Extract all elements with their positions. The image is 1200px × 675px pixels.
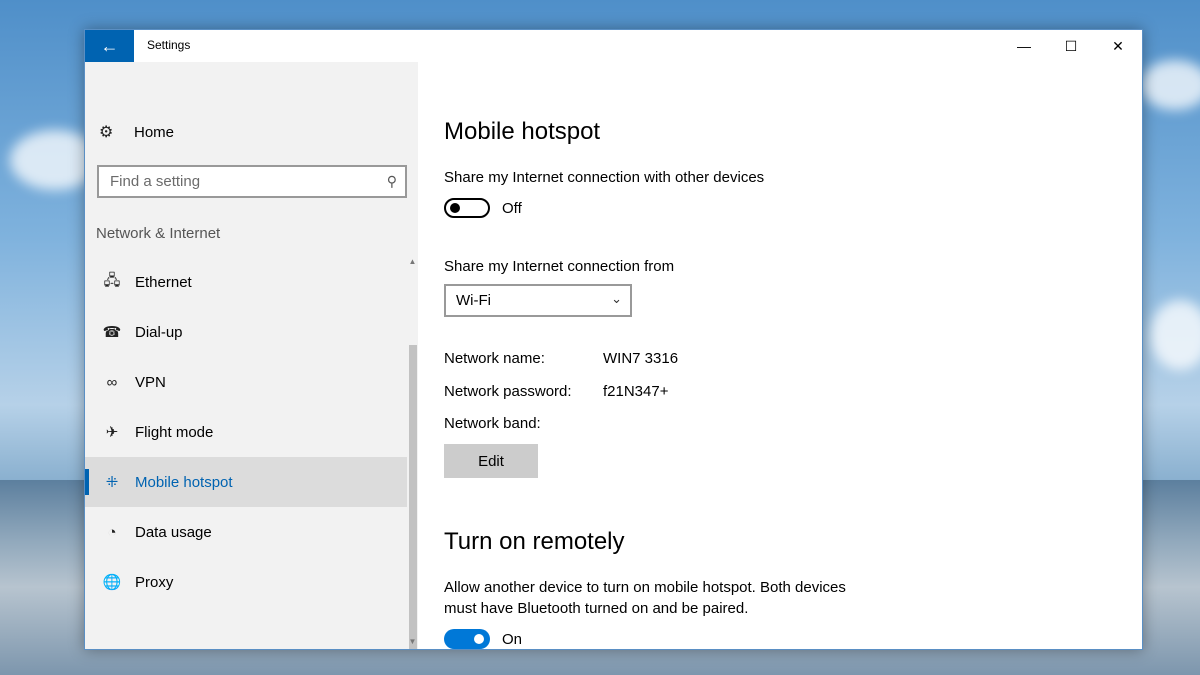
share-from-dropdown[interactable]: Wi-Fi ⌄ [444,284,632,317]
globe-icon: 🌐 [102,574,122,591]
back-arrow-icon: ← [100,35,119,56]
remote-description-line1: Allow another device to turn on mobile h… [444,579,846,596]
title-bar: ← Settings — ☐ ✕ [85,30,1142,62]
ethernet-icon: 🖧 [103,271,121,289]
toggle-knob [474,634,484,644]
scroll-up-icon[interactable]: ▲ [407,257,418,269]
window-title: Settings [147,38,191,52]
sidebar-item-label: Data usage [135,523,212,541]
sidebar-item-label: VPN [135,373,166,391]
vpn-icon: ∞ [106,373,118,391]
sidebar-item-proxy[interactable]: 🌐 Proxy [85,557,407,607]
share-state: Off [502,200,522,217]
sidebar-item-label: Ethernet [135,273,192,291]
minimize-icon: — [1017,38,1031,54]
share-toggle[interactable] [444,198,490,218]
network-password-value: f21N347+ [603,383,669,400]
home-label: Home [134,123,175,141]
share-from-label: Share my Internet connection from [444,258,675,275]
network-name-value: WIN7 3316 [603,350,679,367]
airplane-icon: ✈ [105,424,119,441]
sidebar-item-label: Dial-up [135,323,183,341]
chevron-down-icon: ⌄ [611,291,622,306]
remote-title: Turn on remotely [444,528,625,555]
scroll-thumb[interactable] [409,345,417,649]
section-header: Network & Internet [96,225,221,242]
remote-state: On [502,631,523,648]
sidebar: ⚙ Home ⚲ Network & Internet 🖧 Ethernet ☎… [85,62,418,649]
search-box: ⚲ [97,165,407,198]
sidebar-scrollbar[interactable]: ▲ ▼ [407,257,418,649]
dialup-icon: ☎ [102,324,122,341]
sidebar-item-label: Proxy [135,573,174,591]
share-label: Share my Internet connection with other … [444,169,765,186]
edit-button[interactable]: Edit [444,444,538,478]
network-band-label: Network band: [444,415,541,432]
sidebar-item-label: Flight mode [135,423,214,441]
scroll-down-icon[interactable]: ▼ [407,637,418,649]
background-cloud [1150,300,1200,370]
sidebar-item-mobile-hotspot[interactable]: ⁜ Mobile hotspot [85,457,407,507]
remote-description-line2: must have Bluetooth turned on and be pai… [444,600,749,617]
search-input[interactable] [110,173,370,190]
sidebar-item-data-usage[interactable]: ◔ Data usage [85,507,407,557]
sidebar-item-dial-up[interactable]: ☎ Dial-up [85,307,407,357]
data-usage-icon: ◔ [107,523,117,541]
minimize-button[interactable]: — [1001,30,1047,62]
share-from-value: Wi-Fi [456,292,491,309]
maximize-icon: ☐ [1064,37,1078,54]
main-content: Mobile hotspot Share my Internet connect… [444,62,1134,649]
search-icon[interactable]: ⚲ [387,173,397,190]
sidebar-nav: 🖧 Ethernet ☎ Dial-up ∞ VPN ✈ Flight mode… [85,257,407,607]
close-icon: ✕ [1112,37,1124,54]
sidebar-item-flight-mode[interactable]: ✈ Flight mode [85,407,407,457]
network-name-label: Network name: [444,350,545,367]
sidebar-item-vpn[interactable]: ∞ VPN [85,357,407,407]
hotspot-icon: ⁜ [105,474,119,491]
back-button[interactable]: ← [85,30,134,62]
toggle-knob [450,203,460,213]
page-title: Mobile hotspot [444,118,601,145]
close-button[interactable]: ✕ [1095,30,1141,62]
sidebar-item-label: Mobile hotspot [135,473,233,491]
remote-toggle[interactable] [444,629,490,649]
gear-icon: ⚙ [99,124,114,141]
network-password-label: Network password: [444,383,572,400]
background-cloud [1140,60,1200,110]
sidebar-item-ethernet[interactable]: 🖧 Ethernet [85,257,407,307]
home-link[interactable]: ⚙ Home [99,120,174,144]
maximize-button[interactable]: ☐ [1048,30,1094,62]
settings-window: ← Settings — ☐ ✕ ⚙ Home ⚲ Network & Inte… [84,29,1143,650]
